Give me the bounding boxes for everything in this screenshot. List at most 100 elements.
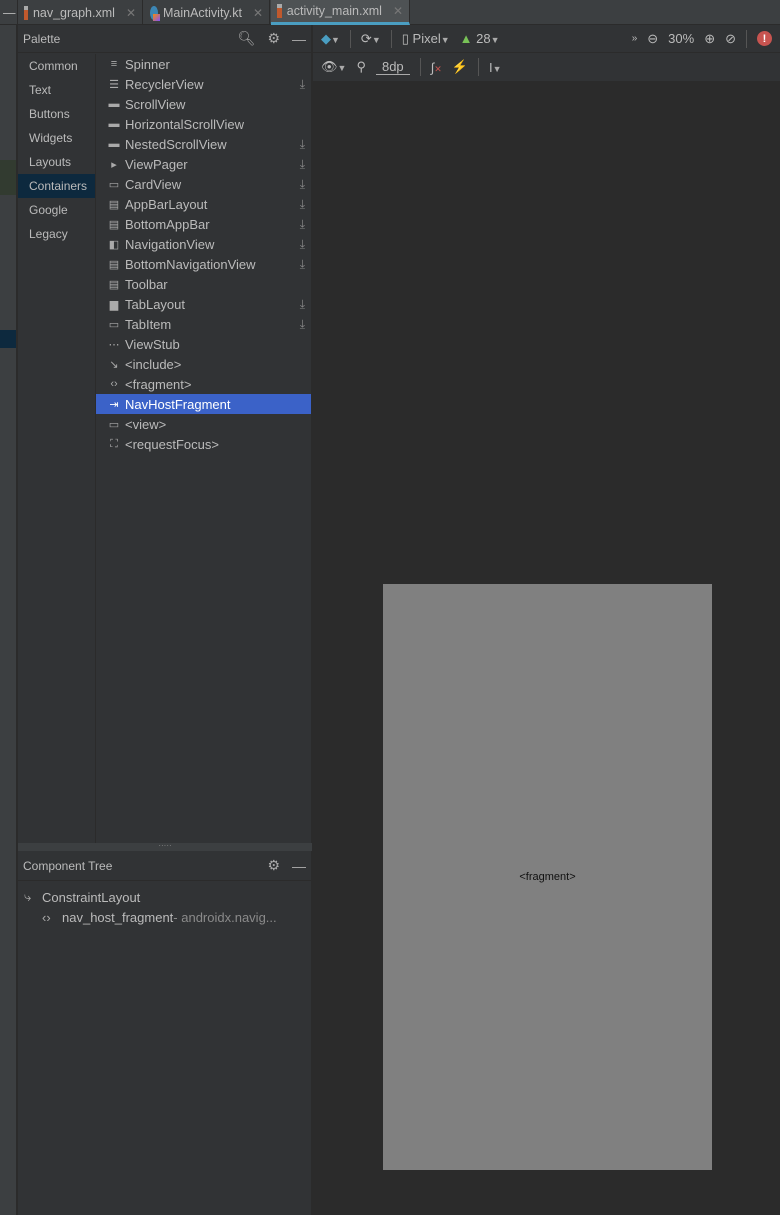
device-preview[interactable]: <fragment> xyxy=(383,584,712,1170)
palette-item-label: ViewStub xyxy=(125,336,180,352)
default-margin-button[interactable]: 8dp xyxy=(375,59,410,75)
palette-item[interactable]: ⛶ <requestFocus> xyxy=(96,434,311,454)
minimize-icon[interactable]: — xyxy=(292,31,306,47)
design-surface-icon[interactable]: ◆▼ xyxy=(321,31,340,47)
category-common[interactable]: Common xyxy=(18,54,95,78)
widget-icon: ☰ xyxy=(109,78,119,91)
zoom-fit-icon[interactable]: ⊘ xyxy=(725,31,736,47)
gear-icon[interactable]: ⚙ xyxy=(267,857,280,874)
close-icon[interactable]: ✕ xyxy=(126,6,136,20)
constraint-layout-icon: ⤷ xyxy=(24,889,32,904)
widget-icon: ‹› xyxy=(110,378,118,390)
widget-icon: ≡ xyxy=(110,58,118,70)
palette-item-label: CardView xyxy=(125,176,182,192)
panel-splitter[interactable]: ····· xyxy=(18,842,312,851)
category-legacy[interactable]: Legacy xyxy=(18,222,95,246)
category-google[interactable]: Google xyxy=(18,198,95,222)
palette-item[interactable]: ▬ ScrollView xyxy=(96,94,311,114)
palette-item[interactable]: ▤ AppBarLayout ⤓ xyxy=(96,194,311,214)
overflow-icon[interactable]: » xyxy=(632,33,638,44)
palette-item[interactable]: ▤ BottomAppBar ⤓ xyxy=(96,214,311,234)
palette-items: ≡ Spinner ☰ RecyclerView ⤓ ▬ ScrollView ▬ Horizo… xyxy=(96,54,311,454)
close-icon[interactable]: ✕ xyxy=(393,4,403,18)
palette-title: Palette xyxy=(23,31,61,46)
category-buttons[interactable]: Buttons xyxy=(18,102,95,126)
palette-item[interactable]: ☰ RecyclerView ⤓ xyxy=(96,74,311,94)
tree-node-label: ConstraintLayout xyxy=(42,889,141,905)
tab-activity-main[interactable]: activity_main.xml ✕ xyxy=(271,0,410,25)
constraint-toolbar: 👁︎▼ ⚲ 8dp ∫✕ ⚡ Ι▼ xyxy=(313,53,780,82)
tree-node-nav-host-fragment[interactable]: ‹› nav_host_fragment - androidx.navig... xyxy=(18,907,311,927)
widget-icon: ▤ xyxy=(108,218,120,231)
api-dropdown[interactable]: ▲ 28▼ xyxy=(460,31,500,46)
category-text[interactable]: Text xyxy=(18,78,95,102)
download-icon[interactable]: ⤓ xyxy=(300,157,305,172)
widget-icon: ▤ xyxy=(108,198,120,211)
download-icon[interactable]: ⤓ xyxy=(300,237,305,252)
palette-item[interactable]: ▤ Toolbar xyxy=(96,274,311,294)
autoconnect-icon[interactable]: ⚲ xyxy=(356,59,366,75)
api-label: 28 xyxy=(476,31,491,46)
close-icon[interactable]: ✕ xyxy=(253,6,263,20)
palette-item-label: <fragment> xyxy=(125,376,192,392)
palette-item[interactable]: ⋯ ViewStub xyxy=(96,334,311,354)
download-icon[interactable]: ⤓ xyxy=(300,257,305,272)
download-icon[interactable]: ⤓ xyxy=(300,197,305,212)
category-widgets[interactable]: Widgets xyxy=(18,126,95,150)
tab-label: activity_main.xml xyxy=(286,4,382,18)
zoom-in-icon[interactable]: ⊕ xyxy=(704,31,715,47)
widget-icon: ▭ xyxy=(108,418,120,431)
widget-icon: ▭ xyxy=(108,318,120,331)
widget-icon: ⛶ xyxy=(110,437,118,450)
device-dropdown[interactable]: ▯ Pixel▼ xyxy=(402,31,450,47)
view-options-icon[interactable]: 👁︎▼ xyxy=(321,59,346,75)
palette-item[interactable]: ▬ NestedScrollView ⤓ xyxy=(96,134,311,154)
xml-file-icon xyxy=(277,4,282,18)
palette-item-label: BottomAppBar xyxy=(125,216,210,232)
download-icon[interactable]: ⤓ xyxy=(300,77,305,92)
clear-constraints-icon[interactable]: ∫✕ xyxy=(431,60,442,75)
palette-item[interactable]: ↘ <include> xyxy=(96,354,311,374)
infer-constraints-icon[interactable]: ⚡ xyxy=(452,59,468,75)
palette-item[interactable]: ◧ NavigationView ⤓ xyxy=(96,234,311,254)
palette-item[interactable]: ▸ ViewPager ⤓ xyxy=(96,154,311,174)
tree-node-label: nav_host_fragment xyxy=(62,909,174,925)
category-containers[interactable]: Containers xyxy=(18,174,95,198)
gear-icon[interactable]: ⚙ xyxy=(267,30,280,47)
palette-item[interactable]: ▤ BottomNavigationView ⤓ xyxy=(96,254,311,274)
palette-item-label: NestedScrollView xyxy=(125,136,227,152)
android-icon: ▲ xyxy=(459,31,473,46)
palette-item-label: TabItem xyxy=(125,316,172,332)
download-icon[interactable]: ⤓ xyxy=(300,137,305,152)
guidelines-icon[interactable]: Ι▼ xyxy=(489,60,502,75)
component-tree-title: Component Tree xyxy=(23,858,113,873)
error-icon[interactable]: ! xyxy=(757,31,772,46)
download-icon[interactable]: ⤓ xyxy=(300,177,305,192)
palette-item[interactable]: ▆ TabLayout ⤓ xyxy=(96,294,311,314)
palette-item[interactable]: ▭ CardView ⤓ xyxy=(96,174,311,194)
widget-icon: ▸ xyxy=(111,158,117,171)
tab-label: MainActivity.kt xyxy=(162,5,242,20)
search-icon[interactable]: 🔍︎ xyxy=(238,30,256,47)
palette-item[interactable]: ▬ HorizontalScrollView xyxy=(96,114,311,134)
download-icon[interactable]: ⤓ xyxy=(300,317,305,332)
palette-item[interactable]: ‹› <fragment> xyxy=(96,374,311,394)
minimize-icon[interactable]: — xyxy=(292,858,306,874)
palette-item[interactable]: ▭ <view> xyxy=(96,414,311,434)
palette-item[interactable]: ≡ Spinner xyxy=(96,54,311,74)
palette-item-label: NavigationView xyxy=(125,236,215,252)
widget-icon: ▬ xyxy=(108,98,120,110)
collapse-icon[interactable]: — xyxy=(0,0,18,25)
download-icon[interactable]: ⤓ xyxy=(300,297,305,312)
tree-node-constraint-layout[interactable]: ⤷ ConstraintLayout xyxy=(18,887,311,907)
tab-main-activity[interactable]: MainActivity.kt ✕ xyxy=(144,0,270,25)
category-layouts[interactable]: Layouts xyxy=(18,150,95,174)
tab-nav-graph[interactable]: nav_graph.xml ✕ xyxy=(18,0,143,25)
orientation-icon[interactable]: ⟳▼ xyxy=(361,31,381,47)
download-icon[interactable]: ⤓ xyxy=(300,217,305,232)
palette-item[interactable]: ▭ TabItem ⤓ xyxy=(96,314,311,334)
palette-item-label: Spinner xyxy=(125,56,170,72)
palette-item[interactable]: ⇥ NavHostFragment xyxy=(96,394,311,414)
zoom-out-icon[interactable]: ⊖ xyxy=(647,31,658,47)
palette-item-label: RecyclerView xyxy=(125,76,204,92)
